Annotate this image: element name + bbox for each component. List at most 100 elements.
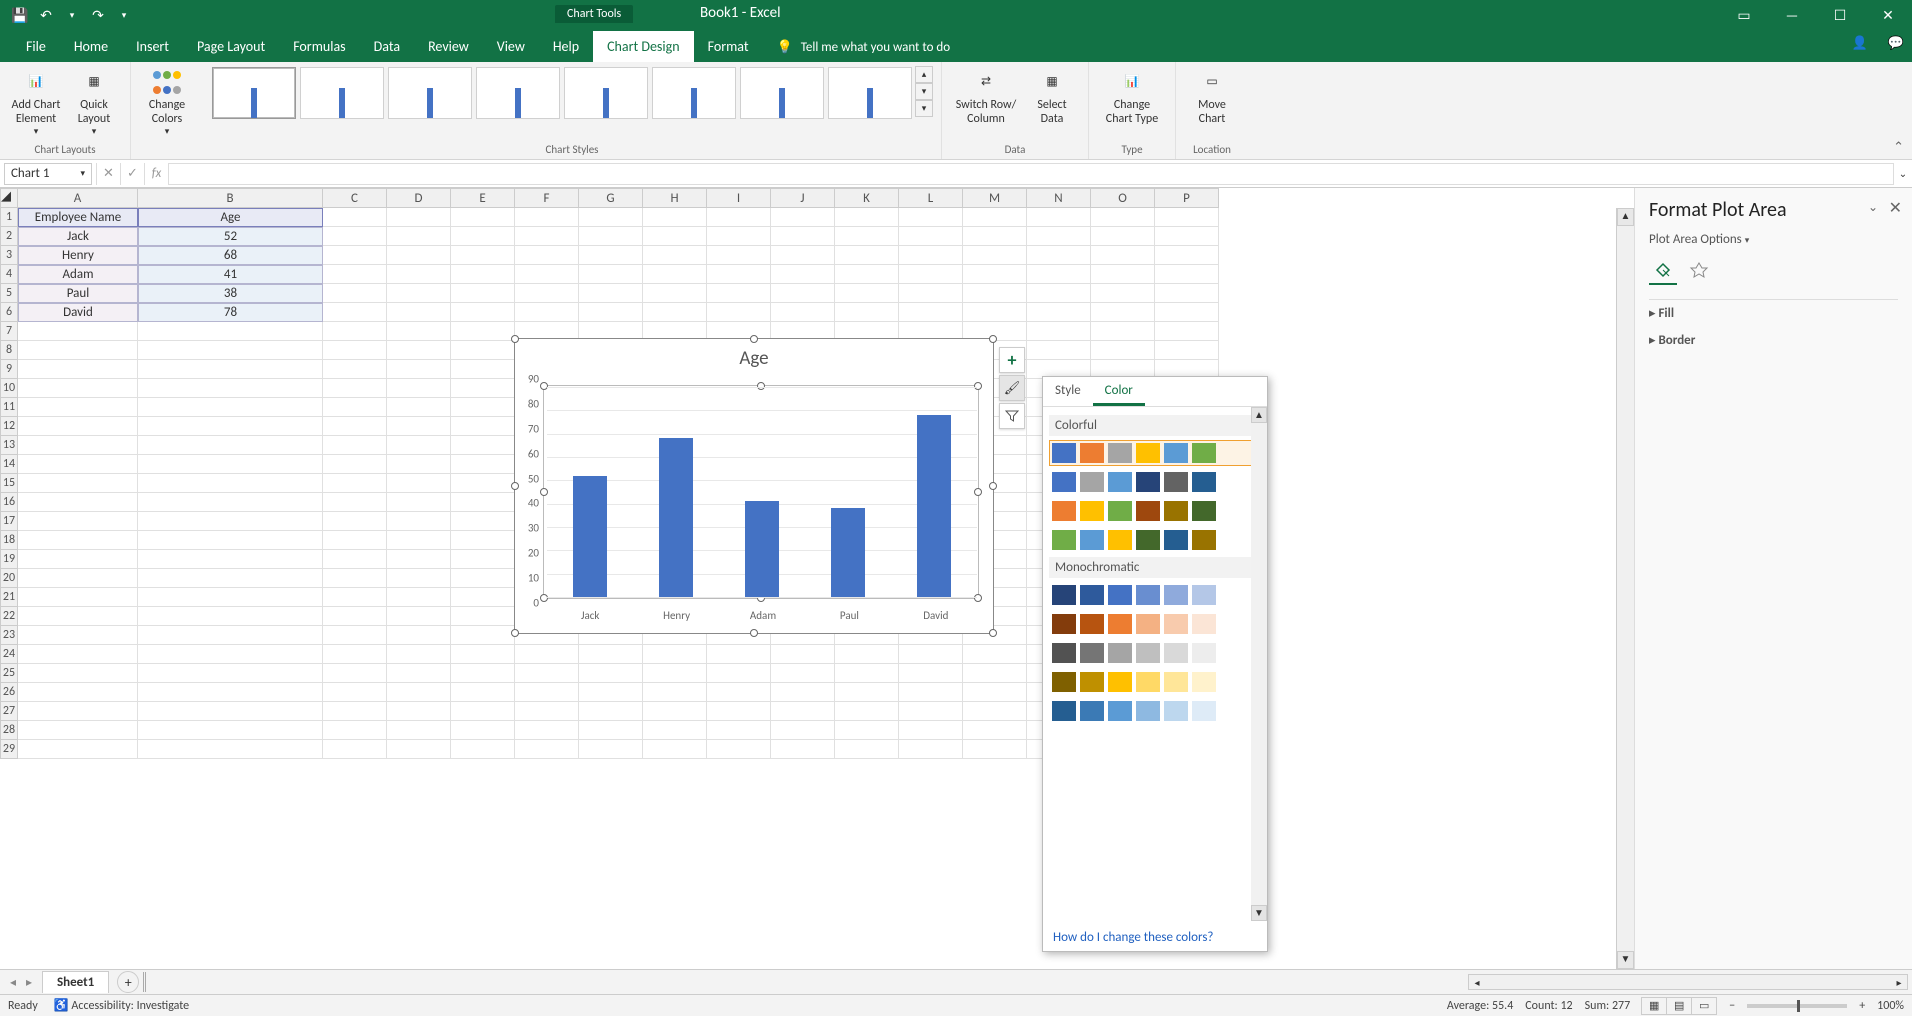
cell[interactable] — [963, 303, 1027, 322]
row-header[interactable]: 1 — [0, 208, 18, 227]
col-header[interactable]: O — [1091, 188, 1155, 208]
color-palette-row[interactable] — [1049, 527, 1261, 553]
cell[interactable] — [643, 246, 707, 265]
ribbon-display-icon[interactable]: ▭ — [1720, 0, 1768, 30]
cell[interactable] — [963, 227, 1027, 246]
cell[interactable] — [579, 208, 643, 227]
cell[interactable] — [899, 246, 963, 265]
cell[interactable] — [835, 702, 899, 721]
cell[interactable] — [1155, 341, 1219, 360]
row-header[interactable]: 28 — [0, 721, 18, 740]
cell[interactable] — [1091, 284, 1155, 303]
chart-bar[interactable] — [659, 438, 693, 597]
cell[interactable] — [323, 607, 387, 626]
tab-file[interactable]: File — [12, 31, 60, 62]
cell[interactable] — [707, 246, 771, 265]
cell[interactable] — [18, 531, 138, 550]
cell[interactable] — [1027, 322, 1091, 341]
cell[interactable] — [451, 721, 515, 740]
color-palette-row[interactable] — [1049, 582, 1261, 608]
cell[interactable] — [963, 645, 1027, 664]
expand-formula-bar-icon[interactable]: ⌄ — [1894, 167, 1912, 180]
row-header[interactable]: 8 — [0, 341, 18, 360]
cell[interactable] — [138, 588, 323, 607]
cell[interactable] — [387, 702, 451, 721]
cell[interactable] — [707, 208, 771, 227]
cell[interactable] — [515, 740, 579, 759]
row-header[interactable]: 14 — [0, 455, 18, 474]
cell[interactable] — [323, 360, 387, 379]
cell[interactable] — [323, 664, 387, 683]
tab-insert[interactable]: Insert — [122, 31, 183, 62]
cell[interactable] — [451, 664, 515, 683]
cell[interactable] — [451, 474, 515, 493]
resize-handle[interactable] — [989, 335, 997, 343]
cell[interactable] — [643, 645, 707, 664]
col-header[interactable]: C — [323, 188, 387, 208]
comments-icon[interactable]: 💬 — [1888, 36, 1904, 51]
cell[interactable] — [323, 702, 387, 721]
cell[interactable] — [387, 626, 451, 645]
resize-handle[interactable] — [750, 629, 758, 637]
popup-scrollbar[interactable]: ▲ ▼ — [1251, 407, 1267, 921]
row-header[interactable]: 10 — [0, 379, 18, 398]
cell[interactable] — [707, 702, 771, 721]
row-header[interactable]: 26 — [0, 683, 18, 702]
cell[interactable] — [323, 512, 387, 531]
tab-split-handle[interactable] — [143, 972, 149, 992]
resize-handle[interactable] — [511, 629, 519, 637]
scroll-right-icon[interactable]: ▸ — [1891, 976, 1907, 989]
chart-title[interactable]: Age — [515, 339, 993, 374]
cell[interactable] — [771, 246, 835, 265]
cell[interactable] — [707, 721, 771, 740]
cell[interactable] — [451, 303, 515, 322]
scroll-up-icon[interactable]: ▲ — [1617, 208, 1634, 226]
cell[interactable] — [963, 740, 1027, 759]
cell[interactable] — [451, 227, 515, 246]
cell[interactable] — [963, 284, 1027, 303]
cell[interactable] — [899, 683, 963, 702]
cell[interactable] — [835, 683, 899, 702]
cell[interactable] — [387, 265, 451, 284]
row-header[interactable]: 17 — [0, 512, 18, 531]
cell[interactable] — [771, 227, 835, 246]
page-layout-view-icon[interactable]: ▤ — [1666, 997, 1692, 1015]
col-header[interactable]: I — [707, 188, 771, 208]
cell[interactable] — [451, 398, 515, 417]
cell[interactable] — [579, 227, 643, 246]
row-header[interactable]: 20 — [0, 569, 18, 588]
cell[interactable] — [643, 284, 707, 303]
cell[interactable] — [18, 683, 138, 702]
cell[interactable] — [771, 303, 835, 322]
cell[interactable] — [515, 721, 579, 740]
cell[interactable] — [1155, 265, 1219, 284]
cell[interactable] — [138, 417, 323, 436]
normal-view-icon[interactable]: ▦ — [1641, 997, 1667, 1015]
share-icon[interactable]: 👤 — [1852, 36, 1868, 51]
cell[interactable] — [451, 455, 515, 474]
color-palette-row[interactable] — [1049, 498, 1261, 524]
cell[interactable] — [323, 626, 387, 645]
cell[interactable] — [579, 702, 643, 721]
cell[interactable] — [451, 341, 515, 360]
cell[interactable] — [387, 246, 451, 265]
cell[interactable] — [138, 379, 323, 398]
cell[interactable] — [451, 588, 515, 607]
cell[interactable] — [323, 531, 387, 550]
cell[interactable] — [138, 360, 323, 379]
cell[interactable] — [771, 284, 835, 303]
cell[interactable] — [1027, 246, 1091, 265]
cell[interactable] — [771, 664, 835, 683]
cell[interactable] — [451, 322, 515, 341]
tell-me-search[interactable]: 💡 Tell me what you want to do — [763, 33, 965, 62]
cell[interactable] — [138, 398, 323, 417]
cell[interactable] — [579, 284, 643, 303]
cell[interactable] — [771, 645, 835, 664]
row-header[interactable]: 15 — [0, 474, 18, 493]
col-header-a[interactable]: A — [18, 188, 138, 208]
cell[interactable] — [899, 265, 963, 284]
cell[interactable] — [138, 474, 323, 493]
cell[interactable] — [387, 512, 451, 531]
cell[interactable] — [18, 512, 138, 531]
cell[interactable] — [138, 341, 323, 360]
